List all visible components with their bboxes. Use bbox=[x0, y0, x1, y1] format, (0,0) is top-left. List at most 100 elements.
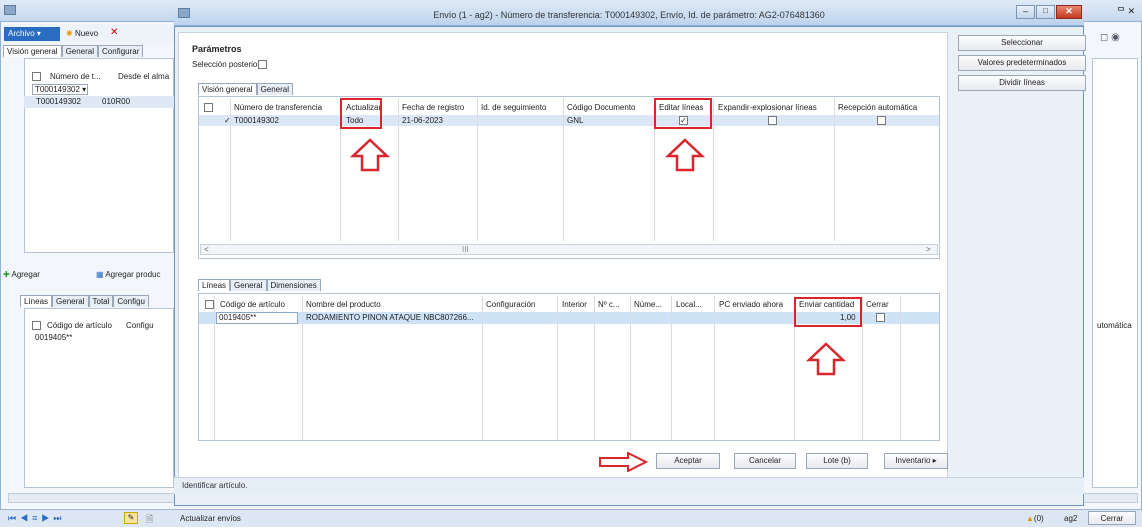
column-divider bbox=[713, 98, 714, 241]
column-divider bbox=[563, 98, 564, 241]
column-header: Código de artículo bbox=[47, 321, 112, 330]
bell-icon: ▲ bbox=[1026, 514, 1034, 523]
app-icon bbox=[4, 5, 16, 15]
row-fecha: 21-06-2023 bbox=[402, 116, 443, 125]
scroll-left-icon[interactable]: < bbox=[204, 245, 209, 254]
select-all-checkbox[interactable] bbox=[32, 72, 41, 81]
column-header: Configu bbox=[126, 321, 154, 330]
arrow-right-icon bbox=[599, 452, 648, 472]
valores-predeterminados-button[interactable]: Valores predeterminados bbox=[958, 55, 1086, 71]
cerrar-button[interactable]: Cerrar bbox=[1088, 511, 1136, 525]
column-header: Número de t... bbox=[50, 72, 101, 81]
inventario-button[interactable]: Inventario ▸ bbox=[884, 453, 948, 469]
cancelar-button[interactable]: Cancelar bbox=[734, 453, 796, 469]
column-header: utomática bbox=[1097, 321, 1132, 330]
archivo-menu-button[interactable]: Archivo ▾ bbox=[4, 27, 60, 41]
tab-lineas[interactable]: Líneas bbox=[20, 295, 53, 307]
column-divider bbox=[302, 296, 303, 440]
document-icon[interactable]: 🗎 bbox=[146, 512, 153, 528]
column-divider bbox=[482, 296, 483, 440]
column-numero: Núme... bbox=[634, 300, 663, 309]
seleccion-posterior-label: Selección posterior: bbox=[192, 60, 263, 69]
column-pc-enviado: PC enviado ahora bbox=[719, 300, 784, 309]
column-divider bbox=[714, 296, 715, 440]
row-nombre-producto: RODAMIENTO PINON ATAQUE NBC807266... bbox=[306, 313, 474, 322]
highlight-editar-lineas bbox=[654, 98, 712, 129]
column-divider bbox=[900, 296, 901, 440]
scroll-thumb-grip: III bbox=[462, 245, 469, 254]
lote-button[interactable]: Lote (b) bbox=[806, 453, 868, 469]
arrow-up-icon bbox=[806, 342, 846, 376]
notification-count[interactable]: ▲(0) bbox=[1026, 514, 1044, 523]
tab-general[interactable]: General bbox=[230, 279, 267, 291]
minimize-icon[interactable]: – bbox=[1016, 5, 1036, 19]
tab-general[interactable]: General bbox=[52, 295, 89, 307]
column-divider bbox=[671, 296, 672, 440]
column-divider bbox=[230, 98, 231, 241]
agregar-button[interactable]: ✚ Agregar bbox=[3, 270, 40, 279]
status-label: Actualizar envíos bbox=[180, 514, 241, 523]
tab-total[interactable]: Total bbox=[88, 295, 114, 307]
column-divider bbox=[214, 296, 215, 440]
agregar-productos-button[interactable]: ▦ Agregar produc bbox=[96, 270, 161, 279]
record-navigation[interactable]: ⏮◀≡▶⏭ bbox=[8, 513, 66, 524]
row-numero: T000149302 bbox=[36, 97, 81, 106]
close-icon[interactable]: ✕ bbox=[1056, 5, 1082, 19]
scroll-right-icon[interactable]: > bbox=[926, 245, 931, 254]
tab-vision-general[interactable]: Visión general bbox=[198, 83, 257, 95]
column-divider bbox=[477, 98, 478, 241]
expandir-checkbox[interactable] bbox=[768, 116, 777, 125]
delete-icon[interactable]: ✕ bbox=[110, 27, 118, 38]
column-expandir-explosionar: Expandir-explosionar líneas bbox=[718, 103, 817, 112]
dialog-titlebar: Envío (1 - ag2) - Número de transferenci… bbox=[174, 4, 1084, 26]
top-select-all-checkbox[interactable] bbox=[204, 103, 213, 112]
top-tabs: Visión general General bbox=[198, 83, 294, 95]
star-icon: ✱ bbox=[66, 29, 73, 38]
grid-icon: ▦ bbox=[96, 270, 104, 279]
highlight-actualizar bbox=[340, 98, 382, 129]
tab-general[interactable]: General bbox=[61, 45, 99, 57]
cerrar-checkbox[interactable] bbox=[876, 313, 885, 322]
company-label: ag2 bbox=[1064, 514, 1078, 523]
lines-select-all-checkbox[interactable] bbox=[205, 300, 214, 309]
filter-input[interactable]: T000149302 ▾ bbox=[32, 84, 88, 95]
seleccion-posterior-checkbox[interactable] bbox=[258, 60, 267, 69]
column-divider bbox=[594, 296, 595, 440]
background-close-icon[interactable]: ᄆ ✕ bbox=[1112, 4, 1140, 18]
status-text: Identificar artículo. bbox=[182, 481, 248, 490]
tab-vision-general[interactable]: Visión general bbox=[3, 45, 62, 57]
recepcion-checkbox[interactable] bbox=[877, 116, 886, 125]
aceptar-button[interactable]: Aceptar bbox=[656, 453, 720, 469]
column-id-seguimiento: Id. de seguimiento bbox=[481, 103, 547, 112]
tab-configurar[interactable]: Configurar bbox=[98, 45, 144, 57]
nuevo-button[interactable]: ✱ Nuevo bbox=[66, 29, 98, 38]
tab-configurar[interactable]: Configu bbox=[113, 295, 149, 307]
codigo-articulo-field[interactable]: 0019405** bbox=[216, 312, 298, 324]
plus-icon: ✚ bbox=[3, 270, 10, 279]
column-divider bbox=[862, 296, 863, 440]
row-code: 0019405** bbox=[35, 333, 73, 342]
maximize-icon[interactable]: □ bbox=[1036, 5, 1056, 19]
window-controls: – □ ✕ bbox=[1016, 5, 1082, 19]
column-recepcion-automatica: Recepción automática bbox=[838, 103, 918, 112]
column-nombre-producto: Nombre del producto bbox=[306, 300, 381, 309]
column-local: Local... bbox=[676, 300, 702, 309]
row-codigo-doc: GNL bbox=[567, 116, 584, 125]
column-interior: Interior bbox=[562, 300, 587, 309]
tab-dimensiones[interactable]: Dimensiones bbox=[266, 279, 321, 291]
row-numero: T000149302 bbox=[234, 116, 279, 125]
edit-icon[interactable]: ✎ bbox=[124, 512, 138, 524]
arrow-up-icon bbox=[350, 138, 390, 172]
lines-tabs: Líneas General Total Configu bbox=[20, 295, 149, 307]
seleccionar-button[interactable]: Seleccionar bbox=[958, 35, 1086, 51]
lines-select-checkbox[interactable] bbox=[32, 321, 41, 330]
background-tabs: Visión general General Configurar bbox=[3, 45, 144, 57]
column-divider bbox=[630, 296, 631, 440]
tab-lineas[interactable]: Líneas bbox=[198, 279, 231, 291]
help-icon[interactable]: ◻ ◉ bbox=[1100, 32, 1120, 43]
tab-general[interactable]: General bbox=[256, 83, 294, 95]
top-grid-scrollbar[interactable] bbox=[200, 244, 938, 255]
column-configuracion: Configuración bbox=[486, 300, 536, 309]
dialog-app-icon bbox=[178, 8, 190, 18]
dividir-lineas-button[interactable]: Dividir líneas bbox=[958, 75, 1086, 91]
